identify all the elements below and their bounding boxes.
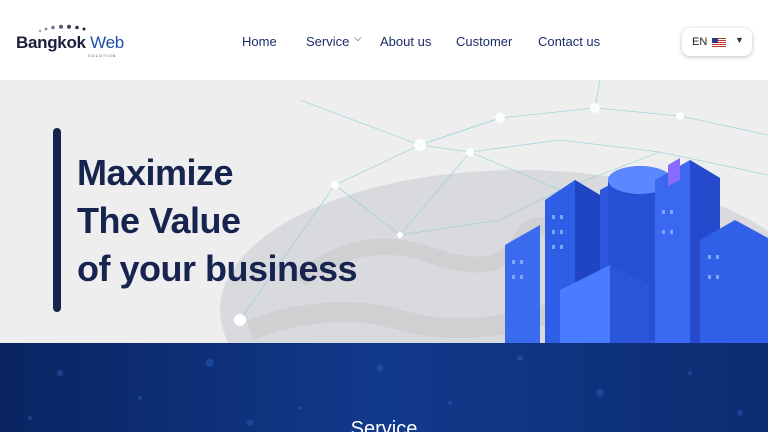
logo-tagline: SOLUTION xyxy=(88,53,117,58)
nav-service[interactable]: Service xyxy=(306,34,349,49)
caret-down-icon: ▼ xyxy=(735,35,744,45)
nav-contact[interactable]: Contact us xyxy=(538,34,600,49)
site-header: Bangkok Web SOLUTION Home Service ⌵ Abou… xyxy=(0,0,768,80)
hero-headline-line3: of your business xyxy=(77,248,358,289)
logo[interactable]: Bangkok Web SOLUTION xyxy=(16,24,126,60)
hero-banner: Maximize The Value of your business xyxy=(0,80,768,343)
nav-home[interactable]: Home xyxy=(242,34,277,49)
hero-accent-bar xyxy=(53,128,61,312)
hero-headline-line1: Maximize xyxy=(77,152,234,193)
chevron-down-icon[interactable]: ⌵ xyxy=(354,33,362,44)
service-section-title: Service xyxy=(350,418,418,432)
logo-wordmark: Bangkok Web xyxy=(16,33,124,53)
hero-headline-line2: The Value xyxy=(77,200,241,241)
language-code: EN xyxy=(692,36,708,48)
nav-customer[interactable]: Customer xyxy=(456,34,512,49)
us-flag-icon xyxy=(712,38,726,47)
nav-about[interactable]: About us xyxy=(380,34,431,49)
language-selector[interactable]: EN ▼ xyxy=(682,28,752,56)
logo-primary: Bangkok xyxy=(16,33,86,52)
service-section: Service xyxy=(0,343,768,432)
logo-secondary: Web xyxy=(90,33,124,52)
